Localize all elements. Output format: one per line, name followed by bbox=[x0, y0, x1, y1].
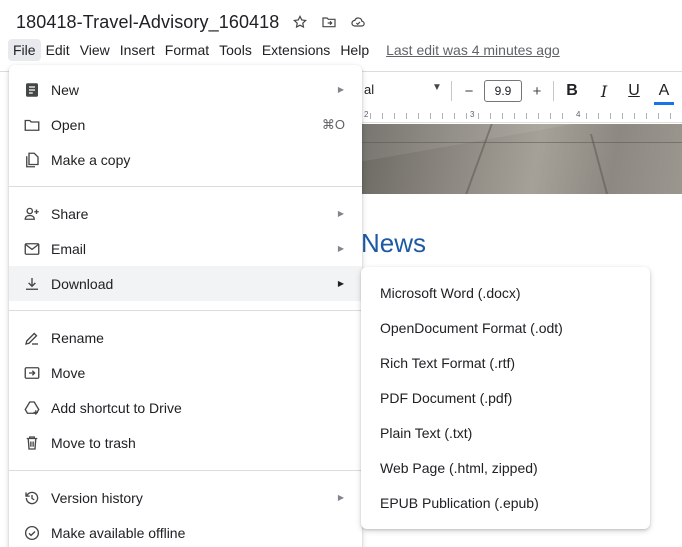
history-icon bbox=[23, 489, 41, 507]
offline-icon bbox=[23, 524, 41, 542]
cloud-status-icon[interactable] bbox=[350, 14, 366, 30]
document-icon bbox=[23, 81, 41, 99]
italic-button[interactable]: I bbox=[594, 80, 614, 102]
submenu-arrow-icon: ▶ bbox=[337, 244, 344, 253]
download-txt[interactable]: Plain Text (.txt) bbox=[361, 415, 650, 450]
menu-item-available-offline[interactable]: Make available offline bbox=[9, 515, 362, 547]
title-row: 180418-Travel-Advisory_160418 bbox=[16, 9, 366, 35]
menu-item-label: Move bbox=[51, 364, 86, 381]
menu-item-label: Email bbox=[51, 240, 87, 257]
menu-item-share[interactable]: Share ▶ bbox=[9, 196, 362, 231]
file-menu: New ▶ Open ⌘O Make a copy Share ▶ Email … bbox=[9, 65, 362, 547]
menu-edit[interactable]: Edit bbox=[41, 39, 75, 61]
menu-item-email[interactable]: Email ▶ bbox=[9, 231, 362, 266]
toolbar-divider bbox=[553, 81, 554, 101]
text-color-indicator bbox=[654, 102, 674, 105]
menu-item-make-copy[interactable]: Make a copy bbox=[9, 142, 362, 177]
download-submenu: Microsoft Word (.docx) OpenDocument Form… bbox=[361, 267, 650, 529]
download-odt[interactable]: OpenDocument Format (.odt) bbox=[361, 310, 650, 345]
menu-view[interactable]: View bbox=[75, 39, 115, 61]
menu-item-label: Version history bbox=[51, 489, 143, 506]
menu-item-label: Rename bbox=[51, 329, 104, 346]
font-family-select[interactable]: al bbox=[364, 82, 374, 97]
submenu-arrow-icon: ▶ bbox=[337, 279, 344, 288]
ruler-mark: 3 bbox=[468, 110, 477, 119]
menu-item-download[interactable]: Download ▶ bbox=[9, 266, 362, 301]
menu-divider bbox=[9, 186, 362, 187]
menu-item-label: New bbox=[51, 81, 80, 98]
menu-insert[interactable]: Insert bbox=[115, 39, 160, 61]
submenu-item-label: PDF Document (.pdf) bbox=[380, 389, 513, 406]
document-heading[interactable]: News bbox=[361, 228, 426, 259]
email-icon bbox=[23, 240, 41, 258]
rename-icon bbox=[23, 329, 41, 347]
submenu-item-label: OpenDocument Format (.odt) bbox=[380, 319, 563, 336]
menu-file[interactable]: File bbox=[8, 39, 41, 61]
menu-item-rename[interactable]: Rename bbox=[9, 320, 362, 355]
menu-item-label: Make a copy bbox=[51, 151, 131, 168]
font-dropdown-arrow-icon[interactable]: ▼ bbox=[432, 82, 442, 93]
download-epub[interactable]: EPUB Publication (.epub) bbox=[361, 485, 650, 520]
menu-item-label: Add shortcut to Drive bbox=[51, 399, 182, 416]
ruler-ticks bbox=[358, 113, 682, 119]
submenu-item-label: Rich Text Format (.rtf) bbox=[380, 354, 516, 371]
menu-item-open[interactable]: Open ⌘O bbox=[9, 107, 362, 142]
download-pdf[interactable]: PDF Document (.pdf) bbox=[361, 380, 650, 415]
menu-item-move[interactable]: Move bbox=[9, 355, 362, 390]
text-color-button[interactable]: A bbox=[654, 80, 674, 102]
ruler[interactable]: 2 3 4 bbox=[358, 109, 682, 123]
keyboard-shortcut: ⌘O bbox=[321, 116, 345, 132]
download-html[interactable]: Web Page (.html, zipped) bbox=[361, 450, 650, 485]
menu-item-label: Share bbox=[51, 205, 89, 222]
move-icon bbox=[23, 364, 41, 382]
star-icon[interactable] bbox=[292, 14, 308, 30]
copy-icon bbox=[23, 151, 41, 169]
download-icon bbox=[23, 275, 41, 293]
menu-help[interactable]: Help bbox=[335, 39, 374, 61]
submenu-item-label: Plain Text (.txt) bbox=[380, 424, 473, 441]
menu-item-label: Download bbox=[51, 275, 114, 292]
move-to-folder-icon[interactable] bbox=[321, 14, 337, 30]
font-size-input[interactable]: 9.9 bbox=[484, 80, 522, 102]
menu-item-move-to-trash[interactable]: Move to trash bbox=[9, 425, 362, 460]
submenu-arrow-icon: ▶ bbox=[337, 85, 344, 94]
menu-extensions[interactable]: Extensions bbox=[257, 39, 335, 61]
increase-font-size-button[interactable]: + bbox=[528, 80, 546, 102]
menu-item-new[interactable]: New ▶ bbox=[9, 72, 362, 107]
menu-item-add-shortcut[interactable]: Add shortcut to Drive bbox=[9, 390, 362, 425]
decrease-font-size-button[interactable]: − bbox=[460, 80, 478, 102]
menu-item-label: Open bbox=[51, 116, 86, 133]
submenu-arrow-icon: ▶ bbox=[337, 209, 344, 218]
drive-shortcut-icon bbox=[23, 399, 41, 417]
toolbar-divider bbox=[451, 81, 452, 101]
document-title[interactable]: 180418-Travel-Advisory_160418 bbox=[16, 12, 279, 33]
submenu-item-label: Web Page (.html, zipped) bbox=[380, 459, 538, 476]
folder-icon bbox=[23, 116, 41, 134]
download-docx[interactable]: Microsoft Word (.docx) bbox=[361, 275, 650, 310]
menu-item-label: Move to trash bbox=[51, 434, 136, 451]
menu-item-label: Make available offline bbox=[51, 524, 186, 541]
bold-button[interactable]: B bbox=[562, 80, 582, 102]
person-add-icon bbox=[23, 205, 41, 223]
last-edit-link[interactable]: Last edit was 4 minutes ago bbox=[386, 42, 560, 58]
menu-bar: File Edit View Insert Format Tools Exten… bbox=[8, 38, 560, 62]
ruler-mark: 2 bbox=[362, 110, 371, 119]
trash-icon bbox=[23, 434, 41, 452]
ruler-mark: 4 bbox=[574, 110, 583, 119]
menu-item-version-history[interactable]: Version history ▶ bbox=[9, 480, 362, 515]
submenu-item-label: EPUB Publication (.epub) bbox=[380, 494, 539, 511]
submenu-arrow-icon: ▶ bbox=[337, 493, 344, 502]
submenu-item-label: Microsoft Word (.docx) bbox=[380, 284, 521, 301]
menu-format[interactable]: Format bbox=[160, 39, 214, 61]
underline-button[interactable]: U bbox=[624, 80, 644, 102]
download-rtf[interactable]: Rich Text Format (.rtf) bbox=[361, 345, 650, 380]
menu-divider bbox=[9, 310, 362, 311]
menu-tools[interactable]: Tools bbox=[214, 39, 257, 61]
document-image[interactable] bbox=[358, 124, 682, 194]
menu-divider bbox=[9, 470, 362, 471]
